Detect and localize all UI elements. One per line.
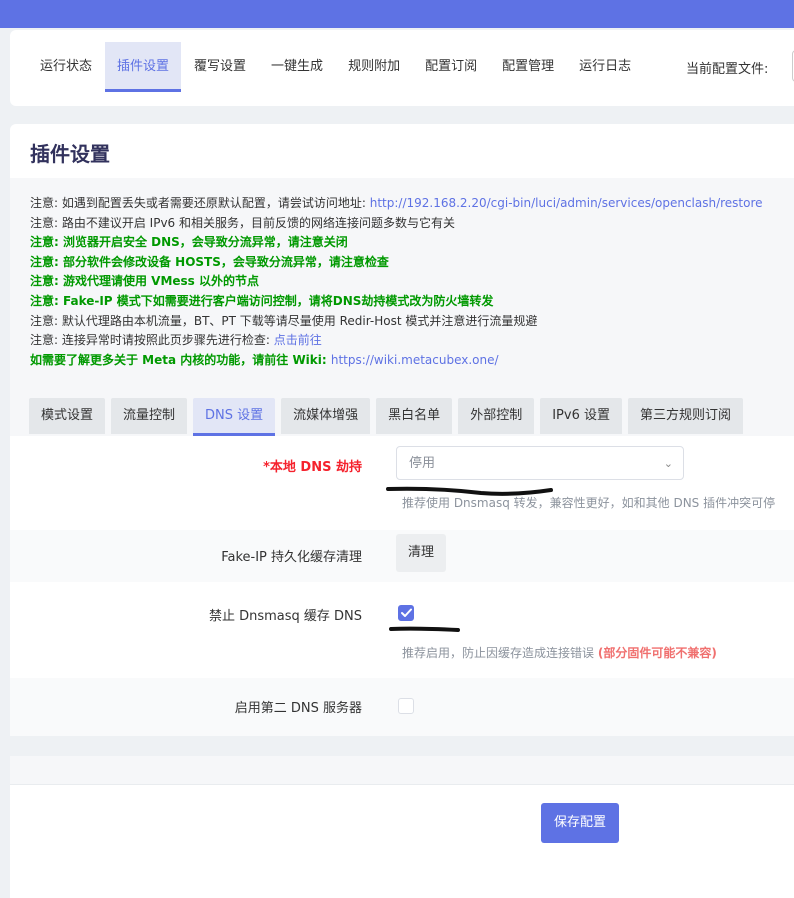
note-text: 注意: 浏览器开启安全 DNS，会导致分流异常，请注意关闭 bbox=[30, 235, 348, 250]
note-line: 注意: 游戏代理请使用 VMess 以外的节点 bbox=[30, 272, 763, 292]
page-title: 插件设置 bbox=[30, 142, 110, 166]
nav-rule-append[interactable]: 规则附加 bbox=[336, 42, 412, 92]
fakeip-cache-label: Fake-IP 持久化缓存清理 bbox=[221, 550, 362, 565]
note-text: 注意: 默认代理路由本机流量，BT、PT 下载等请尽量使用 Redir-Host… bbox=[30, 313, 538, 328]
note-text: 注意: 如遇到配置丢失或者需要还原默认配置，请尝试访问地址: bbox=[30, 196, 370, 210]
save-config-button[interactable]: 保存配置 bbox=[541, 803, 619, 843]
disable-dnsmasq-cache-help: 推荐启用，防止因缓存造成连接错误 (部分固件可能不兼容) bbox=[402, 644, 717, 661]
note-line: 注意: 浏览器开启安全 DNS，会导致分流异常，请注意关闭 bbox=[30, 233, 763, 253]
disable-dnsmasq-cache-checkbox[interactable] bbox=[398, 605, 414, 621]
plugin-settings-card: 插件设置 注意: 如遇到配置丢失或者需要还原默认配置，请尝试访问地址: http… bbox=[10, 124, 794, 736]
note-text: 注意: Fake-IP 模式下如需要进行客户端访问控制，请将DNS劫持模式改为防… bbox=[30, 293, 494, 308]
tab-streaming-enhance[interactable]: 流媒体增强 bbox=[281, 398, 371, 434]
annotation-underline-2 bbox=[389, 626, 460, 632]
local-dns-hijack-help: 推荐使用 Dnsmasq 转发，兼容性更好，如和其他 DNS 插件冲突可停 bbox=[402, 496, 776, 510]
nav-config-subscribe[interactable]: 配置订阅 bbox=[413, 42, 489, 92]
local-dns-hijack-select[interactable]: 停用 ⌄ bbox=[396, 446, 684, 480]
footer-top-strip bbox=[10, 756, 794, 784]
note-line: 注意: 部分软件会修改设备 HOSTS，会导致分流异常，请注意检查 bbox=[30, 253, 763, 273]
note-link[interactable]: http://192.168.2.20/cgi-bin/luci/admin/s… bbox=[370, 196, 763, 210]
nav-one-click-generate[interactable]: 一键生成 bbox=[259, 42, 335, 92]
notes-list: 注意: 如遇到配置丢失或者需要还原默认配置，请尝试访问地址: http://19… bbox=[30, 194, 763, 370]
note-line: 注意: 如遇到配置丢失或者需要还原默认配置，请尝试访问地址: http://19… bbox=[30, 194, 763, 214]
nav-running-status[interactable]: 运行状态 bbox=[28, 42, 104, 92]
note-text: 注意: 部分软件会修改设备 HOSTS，会导致分流异常，请注意检查 bbox=[30, 254, 389, 269]
note-line: 注意: 默认代理路由本机流量，BT、PT 下载等请尽量使用 Redir-Host… bbox=[30, 312, 763, 332]
main-nav: 运行状态 插件设置 覆写设置 一键生成 规则附加 配置订阅 配置管理 运行日志 bbox=[28, 42, 644, 92]
note-line: 如需要了解更多关于 Meta 内核的功能，请前往 Wiki: https://w… bbox=[30, 351, 763, 371]
local-dns-hijack-value: 停用 bbox=[409, 456, 436, 471]
nav-plugin-settings[interactable]: 插件设置 bbox=[105, 42, 182, 92]
note-line: 注意: Fake-IP 模式下如需要进行客户端访问控制，请将DNS劫持模式改为防… bbox=[30, 292, 763, 312]
current-config-label: 当前配置文件: bbox=[686, 62, 769, 77]
check-icon bbox=[401, 608, 412, 617]
nav-override-settings[interactable]: 覆写设置 bbox=[182, 42, 258, 92]
row-fakeip-cache: Fake-IP 持久化缓存清理 清理 bbox=[10, 530, 794, 582]
top-nav-card: 运行状态 插件设置 覆写设置 一键生成 规则附加 配置订阅 配置管理 运行日志 … bbox=[10, 30, 794, 106]
note-link[interactable]: https://wiki.metacubex.one/ bbox=[331, 353, 499, 367]
nav-config-manage[interactable]: 配置管理 bbox=[490, 42, 566, 92]
fakeip-cache-clean-button[interactable]: 清理 bbox=[396, 534, 446, 572]
tab-third-party-rules[interactable]: 第三方规则订阅 bbox=[627, 398, 743, 434]
note-line: 注意: 连接异常时请按照此页步骤先进行检查: 点击前往 bbox=[30, 331, 763, 351]
tab-black-white-list[interactable]: 黑白名单 bbox=[376, 398, 453, 434]
row-local-dns-hijack: *本地 DNS 劫持 停用 ⌄ 推荐使用 Dnsmasq 转发，兼容性更好，如和… bbox=[10, 436, 794, 530]
note-text: 注意: 游戏代理请使用 VMess 以外的节点 bbox=[30, 274, 259, 289]
tab-dns-settings[interactable]: DNS 设置 bbox=[193, 398, 276, 436]
footer-card: 保存配置 bbox=[10, 756, 794, 898]
row-disable-dnsmasq-cache: 禁止 Dnsmasq 缓存 DNS 推荐启用，防止因缓存造成连接错误 (部分固件… bbox=[10, 582, 794, 678]
note-text: 注意: 连接异常时请按照此页步骤先进行检查: bbox=[30, 333, 274, 348]
note-text: 如需要了解更多关于 Meta 内核的功能，请前往 Wiki: bbox=[30, 352, 331, 367]
second-dns-checkbox[interactable] bbox=[398, 698, 414, 714]
settings-tabs: 模式设置 流量控制 DNS 设置 流媒体增强 黑白名单 外部控制 IPv6 设置… bbox=[29, 398, 749, 436]
row-second-dns: 启用第二 DNS 服务器 bbox=[10, 678, 794, 736]
top-header-bar bbox=[0, 0, 794, 28]
tab-external-control[interactable]: 外部控制 bbox=[458, 398, 535, 434]
tab-mode-settings[interactable]: 模式设置 bbox=[29, 398, 106, 434]
note-link[interactable]: 点击前往 bbox=[274, 333, 322, 347]
second-dns-label: 启用第二 DNS 服务器 bbox=[234, 701, 362, 716]
chevron-down-icon: ⌄ bbox=[663, 457, 673, 470]
tab-traffic-control[interactable]: 流量控制 bbox=[111, 398, 188, 434]
footer-divider bbox=[10, 784, 794, 785]
note-text: 注意: 路由不建议开启 IPv6 和相关服务，目前反馈的网络连接问题多数与它有关 bbox=[30, 215, 456, 230]
note-line: 注意: 路由不建议开启 IPv6 和相关服务，目前反馈的网络连接问题多数与它有关 bbox=[30, 214, 763, 234]
disable-dnsmasq-cache-label: 禁止 Dnsmasq 缓存 DNS bbox=[208, 609, 362, 624]
tab-ipv6-settings[interactable]: IPv6 设置 bbox=[540, 398, 622, 434]
disable-dnsmasq-cache-help-warning: (部分固件可能不兼容) bbox=[597, 646, 717, 660]
nav-run-log[interactable]: 运行日志 bbox=[567, 42, 643, 92]
local-dns-hijack-label: *本地 DNS 劫持 bbox=[263, 460, 362, 475]
disable-dnsmasq-cache-help-text: 推荐启用，防止因缓存造成连接错误 bbox=[402, 646, 595, 660]
